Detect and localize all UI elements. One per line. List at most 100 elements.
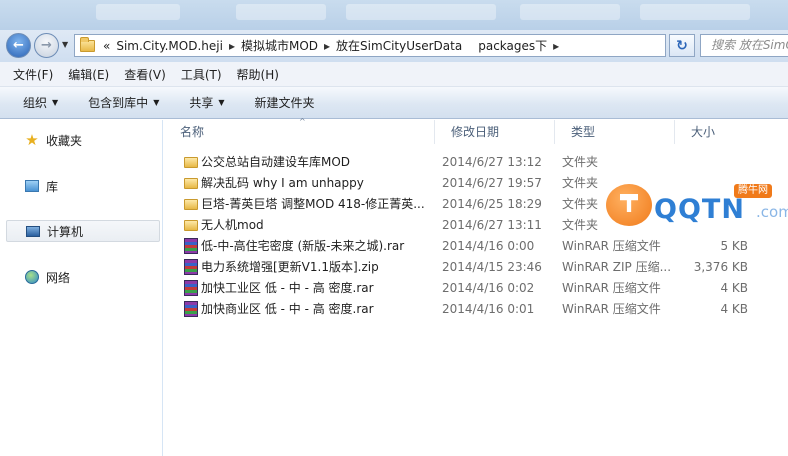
winrar-icon — [183, 299, 199, 320]
recent-pages-dropdown[interactable]: ▼ — [62, 40, 68, 49]
share-button[interactable]: 共享 ▼ — [189, 94, 224, 111]
folder-icon — [183, 173, 199, 194]
blurred-tab — [346, 4, 496, 20]
folder-icon — [183, 194, 199, 215]
folder-icon — [80, 36, 95, 52]
menu-bar: 文件(F) 编辑(E) 查看(V) 工具(T) 帮助(H) — [0, 62, 788, 87]
file-type: WinRAR 压缩文件 — [562, 281, 661, 295]
new-folder-button[interactable]: 新建文件夹 — [255, 94, 315, 111]
folder-icon — [183, 152, 199, 173]
menu-edit[interactable]: 编辑(E) — [68, 66, 109, 83]
include-in-library-button[interactable]: 包含到库中 ▼ — [88, 94, 159, 111]
command-bar: 组织 ▼ 包含到库中 ▼ 共享 ▼ 新建文件夹 — [0, 87, 788, 119]
file-date: 2014/6/27 19:57 — [442, 176, 542, 190]
breadcrumb-separator-icon[interactable]: ▸ — [553, 39, 559, 53]
column-header-name[interactable]: 名称 — [164, 120, 434, 144]
breadcrumb-item[interactable]: 放在SimCityUserData — [336, 37, 462, 54]
watermark-badge: 腾牛网 — [734, 184, 772, 198]
file-date: 2014/6/25 18:29 — [442, 197, 542, 211]
title-strip — [0, 0, 788, 30]
menu-tools[interactable]: 工具(T) — [181, 66, 222, 83]
nav-label: 网络 — [46, 270, 71, 285]
qqtn-logo-icon — [606, 184, 652, 226]
winrar-icon — [183, 278, 199, 299]
nav-item-network[interactable]: 网络 — [0, 266, 160, 288]
column-header-size[interactable]: 大小 — [674, 120, 754, 144]
blurred-tab — [640, 4, 750, 20]
file-name: 加快商业区 低 - 中 - 高 密度.rar — [201, 302, 374, 316]
breadcrumb-overflow[interactable]: « — [103, 39, 110, 53]
file-name: 无人机mod — [201, 218, 264, 232]
file-type: 文件夹 — [562, 155, 599, 169]
folder-icon — [183, 215, 199, 236]
new-folder-label: 新建文件夹 — [254, 96, 315, 110]
computer-icon — [25, 223, 41, 239]
navigation-pane: ★ 收藏夹 库 计算机 网络 — [0, 120, 163, 456]
file-type: WinRAR 压缩文件 — [562, 302, 661, 316]
refresh-icon: ↻ — [676, 37, 688, 54]
column-header-date[interactable]: 修改日期 — [434, 120, 554, 144]
chevron-down-icon: ▼ — [153, 98, 160, 107]
file-date: 2014/6/27 13:11 — [442, 218, 542, 232]
file-size — [674, 152, 748, 173]
file-row[interactable]: 低-中-高住宅密度 (新版-未来之城).rar 2014/4/16 0:00 Win… — [164, 236, 788, 257]
nav-item-libraries[interactable]: 库 — [0, 175, 160, 197]
file-name: 电力系统增强[更新V1.1版本].zip — [201, 260, 379, 274]
file-date: 2014/6/27 13:12 — [442, 155, 542, 169]
menu-view[interactable]: 查看(V) — [124, 66, 166, 83]
search-input[interactable]: 搜索 放在SimCi — [700, 34, 788, 57]
file-row[interactable]: 加快工业区 低 - 中 - 高 密度.rar 2014/4/16 0:02 WinR… — [164, 278, 788, 299]
refresh-button[interactable]: ↻ — [669, 34, 695, 57]
file-date: 2014/4/16 0:02 — [442, 281, 535, 295]
breadcrumb-item[interactable]: 模拟城市MOD — [241, 37, 318, 54]
file-size: 4 KB — [720, 281, 748, 295]
forward-arrow-icon: → — [41, 38, 52, 53]
winrar-icon — [183, 257, 199, 278]
include-label: 包含到库中 — [88, 96, 149, 110]
menu-help[interactable]: 帮助(H) — [237, 66, 279, 83]
winrar-icon — [183, 236, 199, 257]
file-list: ^ 名称 修改日期 类型 大小 公交总站自动建设车库MOD 2014/6/27 1… — [164, 117, 788, 456]
file-date: 2014/4/16 0:00 — [442, 239, 535, 253]
organize-button[interactable]: 组织 ▼ — [23, 94, 58, 111]
back-button[interactable]: ← — [6, 33, 31, 58]
breadcrumb-item[interactable]: Sim.City.MOD.heji — [116, 39, 223, 53]
breadcrumb-separator-icon[interactable]: ▸ — [324, 39, 330, 53]
nav-label: 计算机 — [47, 224, 84, 239]
address-row: ← → ▼ « Sim.City.MOD.heji ▸ 模拟城市MOD ▸ 放在… — [0, 30, 788, 62]
menu-file[interactable]: 文件(F) — [13, 66, 53, 83]
nav-item-favorites[interactable]: ★ 收藏夹 — [0, 129, 160, 151]
file-name: 加快工业区 低 - 中 - 高 密度.rar — [201, 281, 374, 295]
back-arrow-icon: ← — [13, 38, 24, 53]
chevron-down-icon: ▼ — [52, 98, 59, 107]
file-size: 5 KB — [720, 239, 748, 253]
library-icon — [24, 178, 40, 194]
file-name: 解决乱码 why I am unhappy — [201, 176, 364, 190]
star-icon: ★ — [25, 131, 39, 149]
watermark-text: QQTN — [654, 194, 745, 225]
breadcrumb-item[interactable]: packages下 — [478, 37, 547, 54]
nav-item-computer[interactable]: 计算机 — [6, 220, 160, 242]
file-row[interactable]: 公交总站自动建设车库MOD 2014/6/27 13:12 文件夹 — [164, 152, 788, 173]
file-name: 巨塔-菁英巨塔 调整MOD 418-修正菁英... — [201, 197, 425, 211]
file-row[interactable]: 电力系统增强[更新V1.1版本].zip 2014/4/15 23:46 WinRA… — [164, 257, 788, 278]
watermark-suffix: .com — [756, 203, 788, 221]
file-date: 2014/4/16 0:01 — [442, 302, 535, 316]
organize-label: 组织 — [23, 96, 48, 110]
blurred-tab — [236, 4, 326, 20]
column-header-type[interactable]: 类型 — [554, 120, 674, 144]
forward-button[interactable]: → — [34, 33, 59, 58]
address-bar[interactable]: « Sim.City.MOD.heji ▸ 模拟城市MOD ▸ 放在SimCit… — [74, 34, 666, 57]
network-icon — [24, 269, 40, 285]
breadcrumb-separator-icon[interactable]: ▸ — [229, 39, 235, 53]
file-name: 公交总站自动建设车库MOD — [201, 155, 351, 169]
file-size: 4 KB — [720, 302, 748, 316]
blurred-tab — [96, 4, 180, 20]
file-row[interactable]: 加快商业区 低 - 中 - 高 密度.rar 2014/4/16 0:01 WinR… — [164, 299, 788, 320]
blurred-tab — [520, 4, 620, 20]
file-size: 3,376 KB — [693, 260, 748, 274]
file-type: WinRAR ZIP 压缩... — [562, 260, 672, 274]
nav-label: 收藏夹 — [46, 133, 83, 148]
file-name: 低-中-高住宅密度 (新版-未来之城).rar — [201, 239, 405, 253]
nav-label: 库 — [46, 179, 59, 194]
